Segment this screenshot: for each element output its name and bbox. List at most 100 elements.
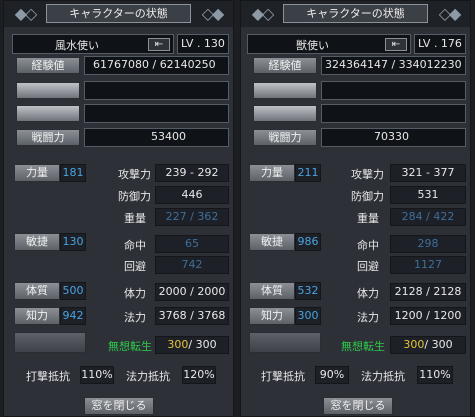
hit-resist-value: 90%: [315, 366, 349, 384]
mp-label: 法力: [357, 311, 379, 324]
hit-label: 命中: [124, 239, 146, 252]
switch-character-icon[interactable]: ⇤: [148, 38, 170, 51]
ornament-left-icon: ◆◇: [14, 4, 38, 23]
stat-int-button[interactable]: 知力: [14, 307, 60, 325]
stat-str-value: 211: [295, 164, 321, 182]
exp-label: 経験値: [253, 57, 317, 74]
attack-value: 321 - 377: [390, 164, 466, 182]
hp-value: 2000 / 2000: [155, 283, 229, 301]
level-value: LV . 130: [181, 37, 225, 50]
empty-slot-2-value: [321, 104, 466, 123]
character-status-window-left: ◆◇ キャラクターの状態 ◇◆ 風水使い ⇤ LV . 130 経験値 6176…: [3, 0, 234, 417]
level-box: LV . 130: [177, 34, 229, 54]
combat-power-value: 53400: [151, 130, 186, 143]
character-name: 風水使い: [55, 39, 99, 52]
mp-label: 法力: [124, 311, 146, 324]
empty-slot-2-value: [84, 104, 229, 123]
hp-value: 2128 / 2128: [390, 283, 466, 301]
mp-value: 1200 / 1200: [390, 307, 466, 325]
character-status-window-right: ◆◇ キャラクターの状態 ◇◆ 獣使い ⇤ LV . 176 経験値 32436…: [240, 0, 471, 417]
combat-power-value: 70330: [374, 130, 409, 143]
stat-con-button[interactable]: 体質: [249, 282, 295, 300]
defense-label: 防御力: [118, 190, 151, 203]
hit-label: 命中: [357, 239, 379, 252]
magic-resist-value: 120%: [182, 366, 216, 384]
special-label: 無想転生: [108, 340, 152, 353]
weight-label: 重量: [357, 212, 379, 225]
empty-slot-2: [16, 105, 80, 122]
level-value: LV . 176: [418, 37, 462, 50]
special-max: / 300: [188, 338, 217, 351]
stat-str-button[interactable]: 力量: [14, 164, 60, 182]
stat-int-value: 300: [295, 307, 321, 325]
exp-value: 324364147 / 334012230: [325, 58, 462, 71]
special-slot-button[interactable]: [249, 332, 321, 353]
exp-label: 経験値: [16, 57, 80, 74]
weight-value: 227 / 362: [155, 208, 229, 226]
ornament-right-icon: ◇◆: [438, 4, 462, 23]
window-title: キャラクターの状態: [46, 4, 191, 23]
stat-con-button[interactable]: 体質: [14, 282, 60, 300]
exp-box: 61767080 / 62140250: [84, 56, 229, 75]
character-name-box: 獣使い ⇤: [247, 34, 411, 54]
ornament-right-icon: ◇◆: [201, 4, 225, 23]
empty-slot-2: [253, 105, 317, 122]
stat-con-value: 532: [295, 282, 321, 300]
evade-label: 回避: [357, 260, 379, 273]
switch-character-icon[interactable]: ⇤: [385, 38, 407, 51]
level-box: LV . 176: [414, 34, 466, 54]
hit-resist-label: 打撃抵抗: [261, 370, 305, 383]
combat-power-label: 戦闘力: [253, 129, 317, 146]
special-box: 300/ 300: [155, 336, 229, 354]
weight-value: 284 / 422: [390, 208, 466, 226]
defense-value: 531: [390, 186, 466, 204]
stat-dex-button[interactable]: 敏捷: [14, 233, 60, 251]
defense-label: 防御力: [351, 190, 384, 203]
hit-resist-label: 打撃抵抗: [26, 370, 70, 383]
attack-label: 攻撃力: [351, 168, 384, 181]
hit-value: 65: [155, 235, 229, 253]
window-title: キャラクターの状態: [283, 4, 428, 23]
hp-label: 体力: [124, 287, 146, 300]
attack-value: 239 - 292: [155, 164, 229, 182]
exp-box: 324364147 / 334012230: [321, 56, 466, 75]
stat-int-value: 942: [60, 307, 86, 325]
special-current: 300: [403, 338, 425, 351]
magic-resist-label: 法力抵抗: [361, 370, 405, 383]
stat-dex-value: 986: [295, 233, 321, 251]
combat-power-box: 70330: [321, 128, 466, 147]
empty-slot-1-value: [321, 81, 466, 100]
empty-slot-1: [16, 82, 80, 99]
weight-label: 重量: [124, 212, 146, 225]
close-window-button[interactable]: 窓を閉じる: [323, 397, 393, 415]
close-window-button[interactable]: 窓を閉じる: [84, 397, 154, 415]
character-name-box: 風水使い ⇤: [12, 34, 174, 54]
ornament-left-icon: ◆◇: [251, 4, 275, 23]
evade-value: 1127: [390, 256, 466, 274]
special-current: 300: [167, 338, 189, 351]
title-bar: ◆◇ キャラクターの状態 ◇◆: [4, 1, 233, 27]
stat-dex-button[interactable]: 敏捷: [249, 233, 295, 251]
hit-value: 298: [390, 235, 466, 253]
stat-con-value: 500: [60, 282, 86, 300]
character-name: 獣使い: [296, 39, 329, 52]
hit-resist-value: 110%: [80, 366, 114, 384]
stat-str-button[interactable]: 力量: [249, 164, 295, 182]
stat-int-button[interactable]: 知力: [249, 307, 295, 325]
empty-slot-1-value: [84, 81, 229, 100]
defense-value: 446: [155, 186, 229, 204]
stat-str-value: 181: [60, 164, 86, 182]
evade-label: 回避: [124, 260, 146, 273]
exp-value: 61767080 / 62140250: [93, 58, 216, 71]
magic-resist-label: 法力抵抗: [126, 370, 170, 383]
mp-value: 3768 / 3768: [155, 307, 229, 325]
stat-dex-value: 130: [60, 233, 86, 251]
magic-resist-value: 110%: [417, 366, 453, 384]
special-label: 無想転生: [341, 340, 385, 353]
evade-value: 742: [155, 256, 229, 274]
special-max: / 300: [424, 338, 453, 351]
hp-label: 体力: [357, 287, 379, 300]
special-slot-button[interactable]: [14, 332, 86, 353]
combat-power-label: 戦闘力: [16, 129, 80, 146]
special-box: 300/ 300: [390, 336, 466, 354]
